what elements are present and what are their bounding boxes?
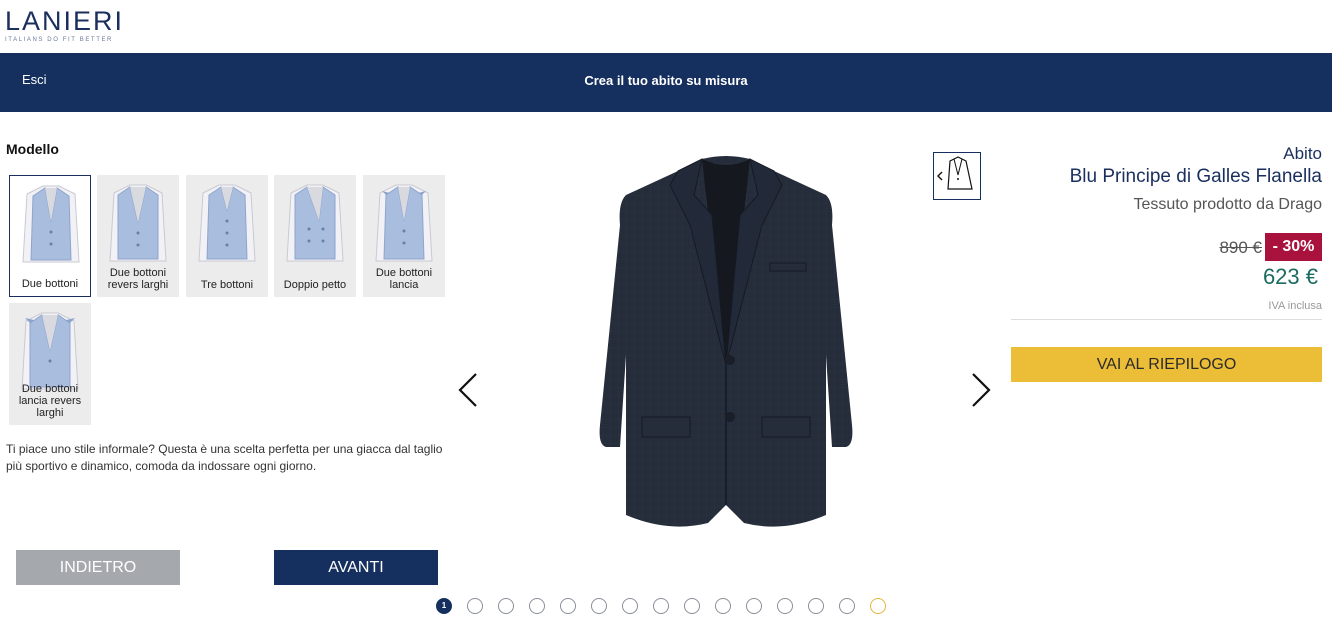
view-toggle-button[interactable] [933,152,981,200]
top-bar: Esci Crea il tuo abito su misura [0,53,1332,112]
pager-dot[interactable] [591,598,607,614]
model-description: Ti piace uno stile informale? Questa è u… [6,442,443,473]
jacket-model-icon [21,312,79,390]
pager-dot[interactable] [777,598,793,614]
pager-dot-current[interactable]: 1 [436,598,452,614]
model-label: Tre bottoni [200,279,254,291]
pager-dot[interactable] [839,598,855,614]
pager-dot[interactable] [529,598,545,614]
jacket-model-icon [109,184,167,262]
sale-price: 623 € [1262,264,1318,289]
model-option-due-bottoni[interactable]: Due bottoni [9,175,91,297]
section-title: Modello [6,141,59,157]
previous-arrow-icon[interactable] [456,372,480,408]
pager-dot[interactable] [808,598,824,614]
pager-dot[interactable] [622,598,638,614]
model-option-due-bottoni-lancia-revers-larghi[interactable]: Due bottoni lancia revers larghi [9,303,91,425]
product-fabric: Tessuto prodotto da Drago [1133,196,1322,213]
model-option-due-bottoni-revers-larghi[interactable]: Due bottoni revers larghi [97,175,179,297]
jacket-model-icon [375,184,433,262]
suit-jacket-preview [599,156,853,527]
product-name: Blu Principe di Galles Flanella [1069,166,1322,187]
model-option-due-bottoni-lancia[interactable]: Due bottoni lancia [363,175,445,297]
next-arrow-icon[interactable] [969,372,993,408]
product-type: Abito [1283,144,1322,163]
pager-dot[interactable] [684,598,700,614]
model-label: Due bottoni lancia [375,267,433,291]
pager-dot[interactable] [653,598,669,614]
model-label: Doppio petto [283,279,347,291]
vat-note: IVA inclusa [1268,300,1322,312]
jacket-model-icon [22,185,80,263]
divider [1011,319,1322,320]
model-label: Due bottoni lancia revers larghi [18,383,82,419]
pager-dot[interactable] [715,598,731,614]
brand-name: LANIERI [5,6,125,36]
pager-dot[interactable] [467,598,483,614]
pager-dot[interactable] [746,598,762,614]
brand-logo[interactable]: LANIERI ITALIANS DO FIT BETTER [5,8,135,44]
summary-button[interactable]: VAI AL RIEPILOGO [1011,347,1322,382]
model-label: Due bottoni [21,278,79,290]
model-option-tre-bottoni[interactable]: Tre bottoni [186,175,268,297]
model-label: Due bottoni revers larghi [107,267,169,291]
page-title: Crea il tuo abito su misura [584,73,748,88]
pager-dot[interactable] [560,598,576,614]
pager-dot[interactable] [870,598,886,614]
jacket-model-icon [286,184,344,262]
jacket-model-icon [198,184,256,262]
discount-badge: - 30% [1265,233,1322,261]
original-price: 890 € [1219,238,1262,257]
back-button[interactable]: INDIETRO [16,550,180,585]
model-option-doppio-petto[interactable]: Doppio petto [274,175,356,297]
next-button[interactable]: AVANTI [274,550,438,585]
jacket-view-icon [937,156,973,190]
pager-dot[interactable] [498,598,514,614]
brand-tagline: ITALIANS DO FIT BETTER [5,37,113,43]
